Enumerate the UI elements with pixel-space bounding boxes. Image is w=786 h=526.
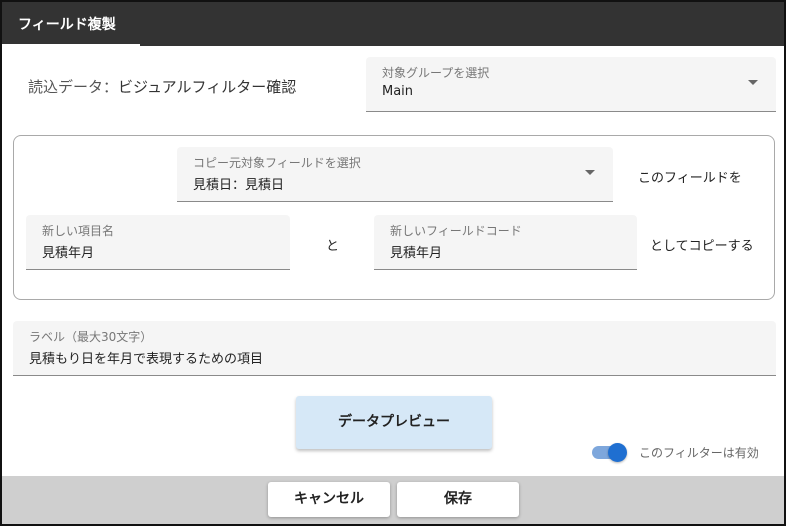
cancel-button[interactable]: キャンセル (268, 482, 390, 517)
copy-source-field-label: コピー元対象フィールドを選択 (193, 156, 361, 170)
label-field-label: ラベル（最大30文字） (29, 330, 153, 344)
and-text: と (326, 239, 340, 254)
copy-source-field-select[interactable]: コピー元対象フィールドを選択 見積日：見積日 (177, 147, 613, 202)
source-data-prefix: 読込データ： (28, 78, 119, 96)
source-data-name: ビジュアルフィルター確認 (118, 78, 297, 96)
dialog-title: フィールド複製 (18, 17, 116, 33)
copy-as-text: としてコピーする (650, 239, 754, 254)
dropdown-arrow-icon (585, 170, 595, 175)
save-button[interactable]: 保存 (397, 482, 519, 517)
new-item-name-label: 新しい項目名 (42, 224, 115, 238)
label-field[interactable]: ラベル（最大30文字） 見積もり日を年月で表現するための項目 (13, 321, 776, 376)
this-field-text: このフィールドを (638, 171, 742, 186)
group-select[interactable]: 対象グループを選択 Main (366, 57, 776, 112)
data-preview-button[interactable]: データプレビュー (296, 396, 492, 449)
dropdown-arrow-icon (748, 80, 758, 85)
copy-source-field-value: 見積日：見積日 (193, 178, 285, 193)
group-select-label: 対象グループを選択 (382, 66, 490, 80)
dialog-footer: キャンセル 保存 (2, 476, 784, 524)
label-field-value: 見積もり日を年月で表現するための項目 (29, 352, 264, 367)
title-underline (2, 44, 140, 46)
filter-enabled-label: このフィルターは有効 (639, 446, 759, 460)
new-field-code-label: 新しいフィールドコード (390, 224, 522, 238)
group-select-value: Main (382, 84, 414, 99)
new-item-name-field[interactable]: 新しい項目名 見積年月 (26, 215, 290, 270)
toggle-knob (608, 443, 627, 462)
new-field-code-value: 見積年月 (390, 246, 443, 261)
source-data-label: 読込データ：ビジュアルフィルター確認 (28, 76, 296, 97)
field-duplicate-dialog: フィールド複製 読込データ：ビジュアルフィルター確認 対象グループを選択 Mai… (0, 0, 786, 526)
filter-enabled-toggle[interactable] (590, 442, 630, 462)
dialog-titlebar: フィールド複製 (2, 2, 784, 46)
new-field-code-field[interactable]: 新しいフィールドコード 見積年月 (374, 215, 637, 270)
new-item-name-value: 見積年月 (42, 246, 95, 261)
